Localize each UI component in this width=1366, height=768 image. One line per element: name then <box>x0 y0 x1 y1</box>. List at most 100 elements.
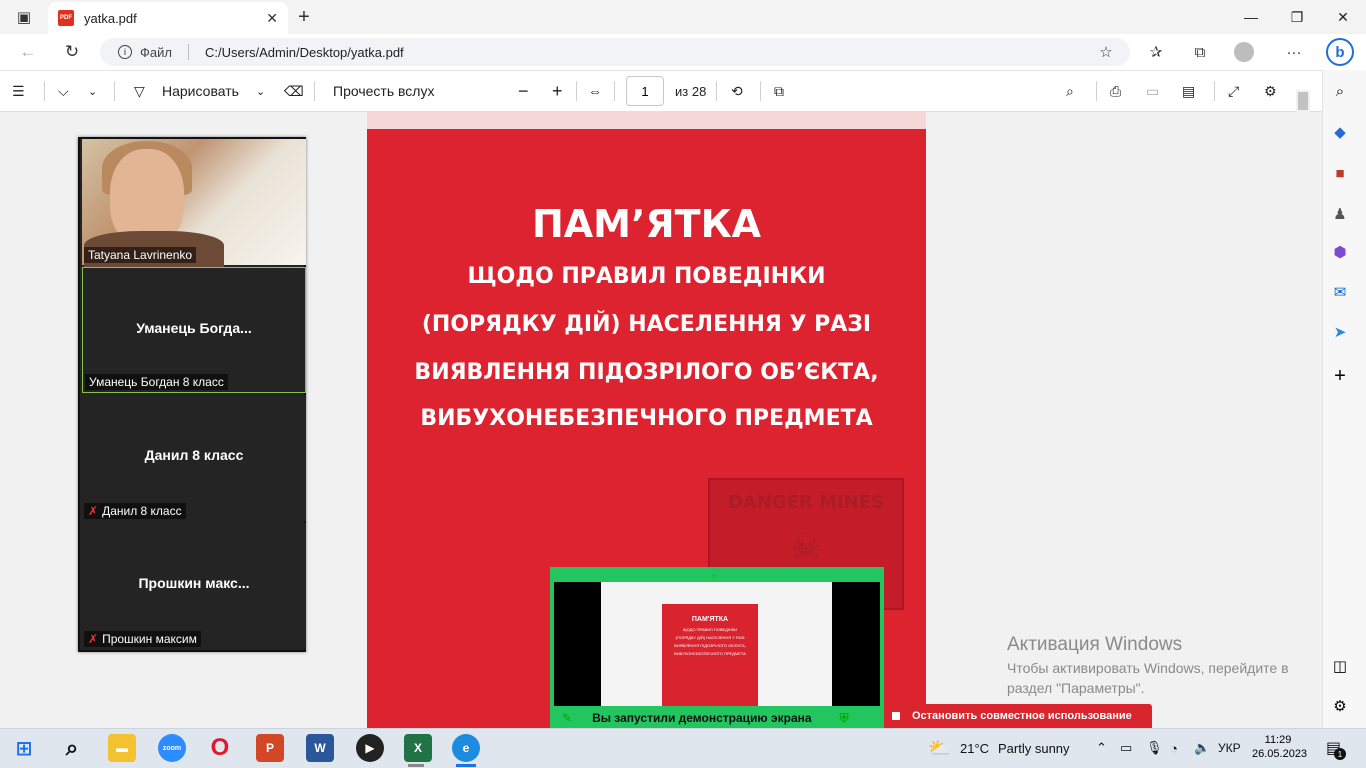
media-player-icon[interactable]: ▶ <box>356 734 384 762</box>
weather-icon[interactable]: ⛅ <box>928 738 950 758</box>
weather-temperature[interactable]: 21°C <box>960 738 989 758</box>
info-icon[interactable]: i <box>118 45 132 59</box>
pdf-page-top-strip <box>367 112 926 129</box>
word-icon[interactable]: W <box>306 734 334 762</box>
tools-icon[interactable]: ■ <box>1330 163 1350 183</box>
opera-icon[interactable]: O <box>206 734 234 762</box>
participant-video-tile[interactable]: Tatyana Lavrinenko <box>82 139 306 267</box>
stop-share-button[interactable]: Остановить совместное использование <box>884 704 1152 728</box>
bing-icon[interactable]: b <box>1326 38 1354 66</box>
draw-dropdown-icon[interactable]: ⌄ <box>256 79 265 103</box>
tab-close-icon[interactable]: ✕ <box>266 10 278 27</box>
rotate-icon[interactable]: ⟲ <box>731 79 743 103</box>
participant-tile[interactable]: Уманець Богда... Уманець Богдан 8 класс <box>82 267 306 393</box>
maximize-button[interactable]: ❐ <box>1274 0 1320 34</box>
sidebar-search-icon[interactable]: ⌕ <box>1330 81 1350 101</box>
file-explorer-icon[interactable]: ▬ <box>108 734 136 762</box>
powerpoint-icon[interactable]: P <box>256 734 284 762</box>
browser-tab[interactable]: PDF yatka.pdf ✕ <box>48 2 288 34</box>
activation-line: раздел "Параметры". <box>1007 680 1145 696</box>
favorites-icon[interactable]: ✰ <box>1144 40 1168 64</box>
participant-tile[interactable]: Данил 8 класс ✗ Данил 8 класс <box>82 395 306 521</box>
volume-icon[interactable]: 🔈 <box>1194 738 1210 758</box>
more-menu-icon[interactable]: ··· <box>1282 40 1306 64</box>
scrollbar[interactable] <box>1296 90 1310 728</box>
search-icon[interactable]: ⌕ <box>1066 79 1074 103</box>
address-separator <box>187 44 189 60</box>
read-aloud-button[interactable]: Прочесть вслух <box>333 79 434 103</box>
mini-title: ПАМ'ЯТКА <box>691 616 729 623</box>
share-status-text: Вы запустили демонстрацию экрана <box>592 711 812 725</box>
add-favorite-icon[interactable]: ☆ <box>1094 40 1118 64</box>
mini-line: ЩОДО ПРАВИЛ ПОВЕДІНКИ <box>682 627 738 632</box>
save-as-icon[interactable]: ▤ <box>1182 79 1195 103</box>
page-number-input[interactable]: 1 <box>626 76 664 106</box>
tab-actions-icon[interactable]: ▣ <box>12 5 36 29</box>
zoom-out-button[interactable]: − <box>518 79 529 103</box>
zoom-app-icon[interactable]: zoom <box>158 734 186 762</box>
wifi-icon[interactable]: ◔ <box>1170 738 1178 758</box>
eraser-icon[interactable]: ⌫ <box>284 79 304 103</box>
address-bar[interactable]: i Файл C:/Users/Admin/Desktop/yatka.pdf <box>100 38 1130 66</box>
shopping-icon[interactable]: ◆ <box>1330 122 1350 142</box>
save-icon[interactable]: ▭ <box>1146 79 1159 103</box>
print-icon[interactable]: ⎙ <box>1110 79 1121 103</box>
pdf-file-icon: PDF <box>58 10 74 26</box>
close-window-button[interactable]: ✕ <box>1320 0 1366 34</box>
microphone-icon[interactable]: 🎙 <box>1146 738 1163 758</box>
draw-icon[interactable]: ▽ <box>134 79 145 103</box>
draw-button[interactable]: Нарисовать <box>162 79 239 103</box>
contents-icon[interactable]: ☰ <box>12 79 25 103</box>
address-url[interactable]: C:/Users/Admin/Desktop/yatka.pdf <box>205 45 404 60</box>
language-indicator[interactable]: УКР <box>1218 738 1241 758</box>
start-button[interactable]: ⊞ <box>10 734 38 762</box>
send-icon[interactable]: ➤ <box>1330 322 1350 342</box>
toolbar-divider <box>614 81 615 101</box>
mini-line: (ПОРЯДКУ ДІЙ) НАСЕЛЕННЯ У РАЗІ <box>675 635 745 640</box>
collapse-chevron-icon[interactable]: ⌄ <box>710 567 719 580</box>
poster-line: ВИБУХОНЕБЕЗПЕЧНОГО ПРЕДМЕТА <box>420 406 873 431</box>
clock[interactable]: 11:29 26.05.2023 <box>1252 733 1308 761</box>
scrollbar-thumb[interactable] <box>1298 92 1308 110</box>
outlook-icon[interactable]: ✉ <box>1330 282 1350 302</box>
participant-name: Прошкин макс... <box>138 575 250 591</box>
zoom-gallery: Tatyana Lavrinenko Уманець Богда... Уман… <box>78 137 306 652</box>
battery-icon[interactable]: ▭ <box>1120 738 1132 758</box>
fit-width-icon[interactable]: ⇔ <box>588 79 602 103</box>
clock-date: 26.05.2023 <box>1252 748 1308 760</box>
games-icon[interactable]: ♟ <box>1330 204 1350 224</box>
add-sidebar-app-icon[interactable]: + <box>1330 365 1350 387</box>
zoom-in-button[interactable]: + <box>552 79 563 103</box>
page-total: из 28 <box>675 83 707 99</box>
sign-text: DANGER MINES <box>727 492 885 513</box>
toolbar-divider <box>314 81 315 101</box>
fullscreen-icon[interactable]: ⤢ <box>1228 79 1239 103</box>
search-taskbar-icon[interactable]: ⌕ <box>58 734 86 762</box>
activation-title: Активация Windows <box>1007 634 1183 655</box>
collections-icon[interactable]: ⧉ <box>1188 40 1212 64</box>
sidebar-layout-icon[interactable]: ◫ <box>1330 656 1350 676</box>
excel-icon[interactable]: X <box>404 734 432 762</box>
highlight-dropdown-icon[interactable]: ⌄ <box>88 79 97 103</box>
page-view-icon[interactable]: ⧉ <box>774 79 784 103</box>
profile-avatar[interactable] <box>1232 40 1256 64</box>
office-icon[interactable]: ⬢ <box>1330 242 1350 262</box>
refresh-button[interactable]: ↻ <box>58 40 86 64</box>
edge-icon[interactable]: e <box>452 734 480 762</box>
highlight-icon[interactable]: ⌵ <box>58 79 69 103</box>
toolbar-divider <box>716 81 717 101</box>
mic-muted-icon: ✗ <box>88 632 99 646</box>
pdf-settings-icon[interactable]: ⚙ <box>1264 79 1277 103</box>
share-signal-icon: ✎ <box>562 711 573 725</box>
tray-overflow-icon[interactable]: ⌃ <box>1096 738 1107 758</box>
app-running-indicator <box>408 764 424 767</box>
back-button[interactable]: ← <box>14 40 42 64</box>
toolbar-divider <box>44 81 45 101</box>
stop-icon <box>892 712 900 720</box>
minimize-button[interactable]: — <box>1228 0 1274 34</box>
toolbar-divider <box>576 81 577 101</box>
sidebar-settings-icon[interactable]: ⚙ <box>1330 696 1350 716</box>
weather-description[interactable]: Partly sunny <box>998 738 1070 758</box>
new-tab-button[interactable]: + <box>292 5 316 29</box>
participant-tile[interactable]: Прошкин макс... ✗ Прошкин максим <box>82 523 306 649</box>
